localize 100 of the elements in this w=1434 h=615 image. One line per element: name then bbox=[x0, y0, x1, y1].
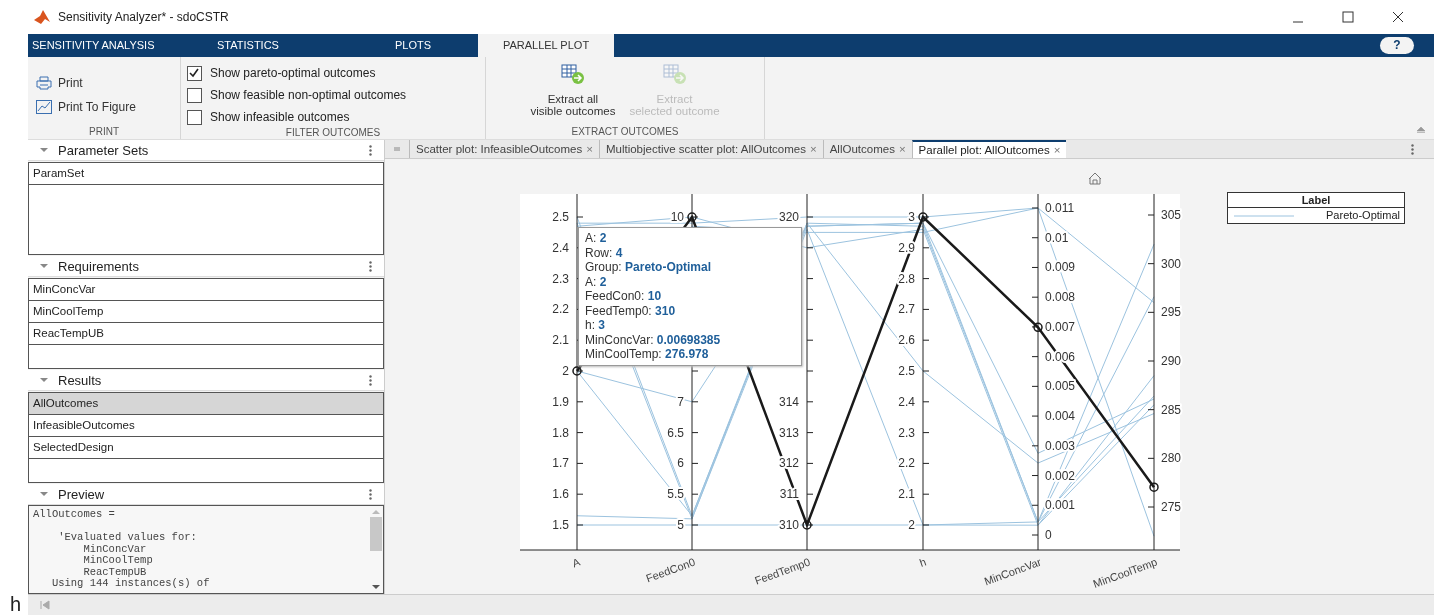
table-arrow-icon bbox=[662, 63, 687, 86]
ribbon-tab[interactable]: STATISTICS bbox=[198, 33, 298, 58]
close-icon[interactable]: × bbox=[586, 143, 593, 156]
close-icon[interactable] bbox=[1392, 10, 1404, 23]
document-tab[interactable]: AllOutcomes × bbox=[822, 140, 912, 159]
checkbox[interactable] bbox=[187, 87, 202, 103]
tick-label: 0.002 bbox=[1045, 468, 1076, 483]
tick-label: 7 bbox=[677, 395, 684, 410]
help-button[interactable]: ? bbox=[1380, 36, 1414, 55]
tick-label: 3 bbox=[908, 210, 915, 225]
panel-header[interactable]: Parameter Sets bbox=[28, 140, 384, 162]
close-icon[interactable]: × bbox=[810, 143, 817, 156]
preview-text: AllOutcomes = 'Evaluated values for: MinConcVar MinCoolTemp ReacTempUB Using 144 instances(s) of bbox=[32, 507, 211, 592]
collapse-caret-icon bbox=[40, 264, 48, 269]
close-icon[interactable]: × bbox=[898, 143, 906, 156]
tick-label: 285 bbox=[1161, 402, 1182, 417]
tip-row-text: A: 2 bbox=[585, 231, 608, 246]
axis-label: h bbox=[917, 555, 928, 570]
tick-label: 0.011 bbox=[1045, 201, 1075, 216]
tick-label: 2.2 bbox=[898, 456, 915, 471]
tick-label: 300 bbox=[1161, 256, 1182, 271]
tick-label: 280 bbox=[1161, 451, 1182, 466]
stray-letter: h bbox=[9, 593, 23, 615]
point-marker bbox=[802, 520, 812, 530]
collapse-icon[interactable] bbox=[1416, 125, 1426, 134]
more-options-icon[interactable] bbox=[369, 144, 372, 156]
document-tab[interactable]: Multiobjective scatter plot: AllOutcomes × bbox=[598, 140, 823, 159]
point-marker bbox=[918, 212, 928, 222]
document-tab[interactable]: Parallel plot: AllOutcomes × bbox=[911, 140, 1067, 159]
extract-button[interactable]: Extract all visible outcomes bbox=[528, 63, 618, 127]
ribbon-tab[interactable]: SENSITIVITY ANALYSIS bbox=[28, 33, 198, 58]
tick-label: 313 bbox=[778, 425, 799, 440]
ribbon-button[interactable]: Print bbox=[34, 73, 174, 94]
more-options-icon[interactable] bbox=[369, 260, 372, 272]
collapse-caret-icon bbox=[40, 492, 48, 497]
tick-label: 0.004 bbox=[1045, 409, 1076, 424]
maximize-icon[interactable] bbox=[1342, 10, 1354, 23]
checkbox-label: Show pareto-optimal outcomes bbox=[210, 66, 376, 81]
tick-label: 310 bbox=[778, 518, 799, 533]
tick-label: 2.4 bbox=[552, 241, 569, 256]
axis-label: A bbox=[570, 555, 582, 570]
tick-label: 275 bbox=[1161, 500, 1182, 515]
scroll-down-icon[interactable] bbox=[372, 585, 380, 590]
tick-label: 1.7 bbox=[552, 456, 569, 471]
list-item[interactable]: SelectedDesign bbox=[29, 437, 383, 460]
tick-label: 5.5 bbox=[667, 487, 684, 502]
close-icon[interactable]: × bbox=[1053, 144, 1061, 157]
panel-title: Requirements bbox=[58, 258, 140, 274]
tick-label: 5 bbox=[677, 518, 684, 533]
tick-label: 2.7 bbox=[898, 302, 915, 317]
list-item[interactable]: MinCoolTemp bbox=[29, 301, 383, 324]
tick-label: 2.3 bbox=[552, 271, 569, 286]
tick-label: 2.3 bbox=[898, 425, 915, 440]
tick-label: 2.2 bbox=[552, 302, 569, 317]
tip-row-text: A: 2 bbox=[585, 274, 608, 290]
tick-label: 2.1 bbox=[552, 333, 569, 348]
panel-header[interactable]: Preview bbox=[28, 484, 384, 506]
more-options-icon[interactable] bbox=[369, 488, 372, 500]
point-marker bbox=[1033, 322, 1043, 333]
list-item[interactable]: MinConcVar bbox=[29, 279, 383, 302]
tip-row-text: FeedCon0: 10 bbox=[585, 289, 663, 304]
tip-row-text: Row: 4 bbox=[585, 245, 624, 261]
tick-label: 10 bbox=[670, 210, 684, 225]
point-marker bbox=[1149, 482, 1159, 493]
collapse-caret-icon bbox=[40, 148, 48, 153]
table-arrow-icon bbox=[560, 63, 585, 86]
list-item[interactable]: AllOutcomes bbox=[29, 393, 383, 416]
checkbox[interactable] bbox=[187, 109, 202, 125]
tick-label: 2 bbox=[562, 364, 569, 379]
tick-label: 320 bbox=[778, 210, 799, 225]
group-title: FILTER OUTCOMES bbox=[284, 127, 382, 139]
list-item[interactable]: InfeasibleOutcomes bbox=[29, 415, 383, 438]
panel-title: Preview bbox=[58, 486, 106, 502]
panel-header[interactable]: Results bbox=[28, 370, 384, 392]
tip-row-text: MinCoolTemp: 276.978 bbox=[585, 347, 710, 362]
panel-header[interactable]: Requirements bbox=[28, 256, 384, 278]
home-icon[interactable] bbox=[1088, 172, 1102, 185]
tip-row-text: FeedTemp0: 310 bbox=[585, 303, 677, 319]
tick-label: 2.5 bbox=[552, 210, 569, 225]
tick-label: 1.8 bbox=[552, 425, 569, 440]
more-options-icon[interactable] bbox=[1411, 143, 1414, 155]
ribbon-tab[interactable]: PARALLEL PLOT bbox=[478, 33, 614, 58]
group-title: PRINT bbox=[88, 126, 120, 138]
legend-entry: Pareto-Optimal bbox=[1326, 208, 1400, 224]
tick-label: 2.5 bbox=[898, 364, 915, 379]
tick-label: 6.5 bbox=[667, 425, 684, 440]
ribbon-tab[interactable]: PLOTS bbox=[298, 33, 448, 58]
tick-label: 2.6 bbox=[898, 333, 915, 348]
checkbox[interactable] bbox=[187, 65, 202, 81]
ribbon-button[interactable]: Print To Figure bbox=[34, 97, 174, 118]
tick-label: 0.008 bbox=[1045, 290, 1076, 305]
tick-label: 295 bbox=[1161, 305, 1182, 320]
panel-title: Results bbox=[58, 372, 103, 388]
tip-row-text: h: 3 bbox=[585, 318, 607, 333]
group-title: EXTRACT OUTCOMES bbox=[570, 126, 680, 138]
tick-label: 0.001 bbox=[1045, 498, 1076, 513]
more-options-icon[interactable] bbox=[369, 374, 372, 386]
list-item[interactable]: ReacTempUB bbox=[29, 323, 383, 346]
tick-label: 0.01 bbox=[1045, 231, 1069, 245]
document-tab[interactable]: Scatter plot: InfeasibleOutcomes × bbox=[409, 140, 599, 159]
